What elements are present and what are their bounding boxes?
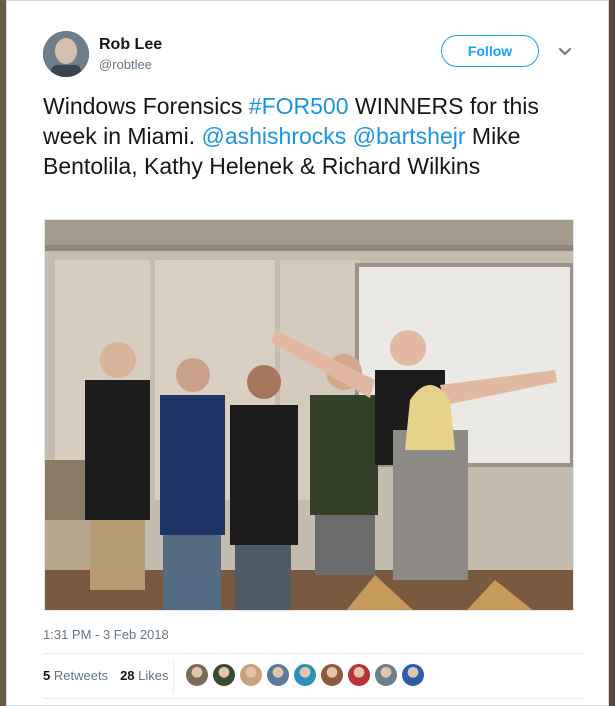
mention-link[interactable]: @bartshejr xyxy=(353,123,466,149)
avatar-photo xyxy=(43,31,89,77)
tweet-card: Rob Lee @robtlee Follow Windows Forensic… xyxy=(6,0,609,706)
liker-avatar[interactable] xyxy=(185,663,209,687)
liker-avatar[interactable] xyxy=(347,663,371,687)
liker-avatar[interactable] xyxy=(374,663,398,687)
liker-avatars xyxy=(185,663,425,687)
retweets-stat[interactable]: 5 Retweets xyxy=(43,668,108,683)
follow-button[interactable]: Follow xyxy=(441,35,539,67)
author-name[interactable]: Rob Lee xyxy=(99,36,162,54)
divider xyxy=(43,653,583,654)
retweets-label: Retweets xyxy=(53,668,109,683)
tweet-photo[interactable] xyxy=(44,219,574,611)
liker-avatar[interactable] xyxy=(293,663,317,687)
hashtag-link[interactable]: #FOR500 xyxy=(249,93,349,119)
author-handle[interactable]: @robtlee xyxy=(99,57,152,72)
liker-avatar[interactable] xyxy=(401,663,425,687)
tweet-text-segment: Windows Forensics xyxy=(43,93,249,119)
likes-count: 28 xyxy=(120,668,135,683)
retweets-count: 5 xyxy=(43,668,51,683)
liker-avatar[interactable] xyxy=(212,663,236,687)
group-photo xyxy=(45,220,573,610)
liker-avatar[interactable] xyxy=(266,663,290,687)
liker-avatar[interactable] xyxy=(320,663,344,687)
engagement-stats: 5 Retweets 28 Likes xyxy=(43,668,169,683)
likes-label: Likes xyxy=(138,668,169,683)
avatar[interactable] xyxy=(43,31,89,77)
liker-avatar[interactable] xyxy=(239,663,263,687)
mention-link[interactable]: @ashishrocks xyxy=(201,123,346,149)
stats-separator xyxy=(173,661,174,693)
divider xyxy=(43,698,583,699)
tweet-timestamp[interactable]: 1:31 PM - 3 Feb 2018 xyxy=(43,627,169,642)
chevron-down-icon[interactable] xyxy=(557,43,573,59)
tweet-text: Windows Forensics #FOR500 WINNERS for th… xyxy=(43,91,583,181)
likes-stat[interactable]: 28 Likes xyxy=(120,668,168,683)
